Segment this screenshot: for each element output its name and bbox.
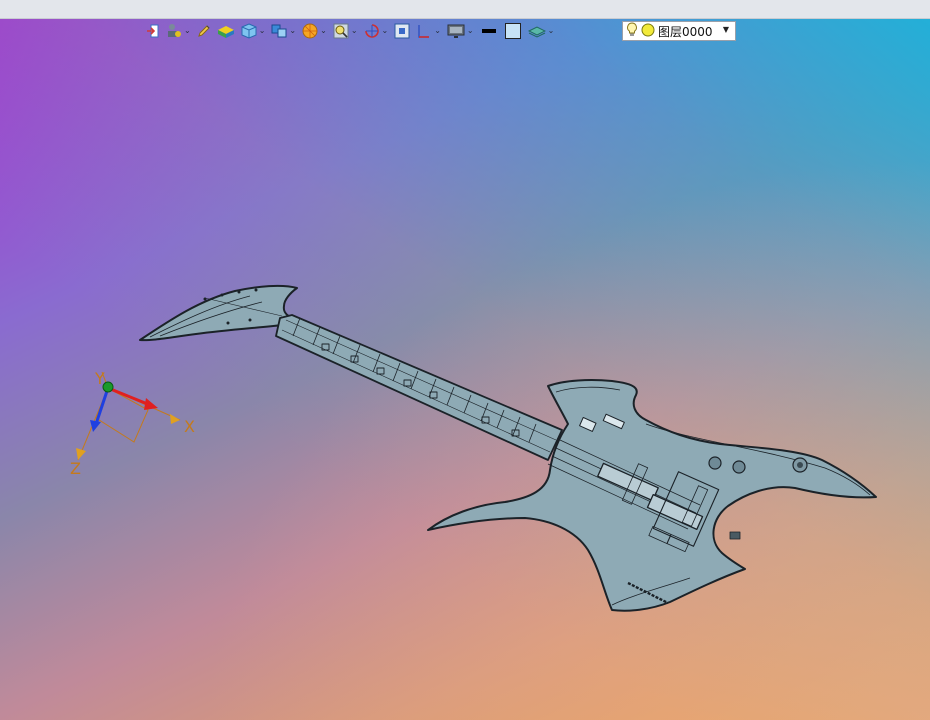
model-viewport[interactable]: X Y Z	[0, 0, 930, 720]
coordinate-triad: X Y Z	[70, 369, 195, 478]
x-axis-label: X	[184, 417, 195, 436]
guitar-model[interactable]	[139, 284, 877, 612]
y-axis-label: Y	[94, 369, 105, 388]
x-axis-arrow	[107, 386, 151, 407]
guitar-headstock	[139, 284, 298, 342]
tone-knob	[732, 460, 746, 474]
volume-knob	[708, 456, 722, 470]
z-axis-label: Z	[70, 459, 81, 478]
z-axis-arrow	[94, 387, 110, 425]
